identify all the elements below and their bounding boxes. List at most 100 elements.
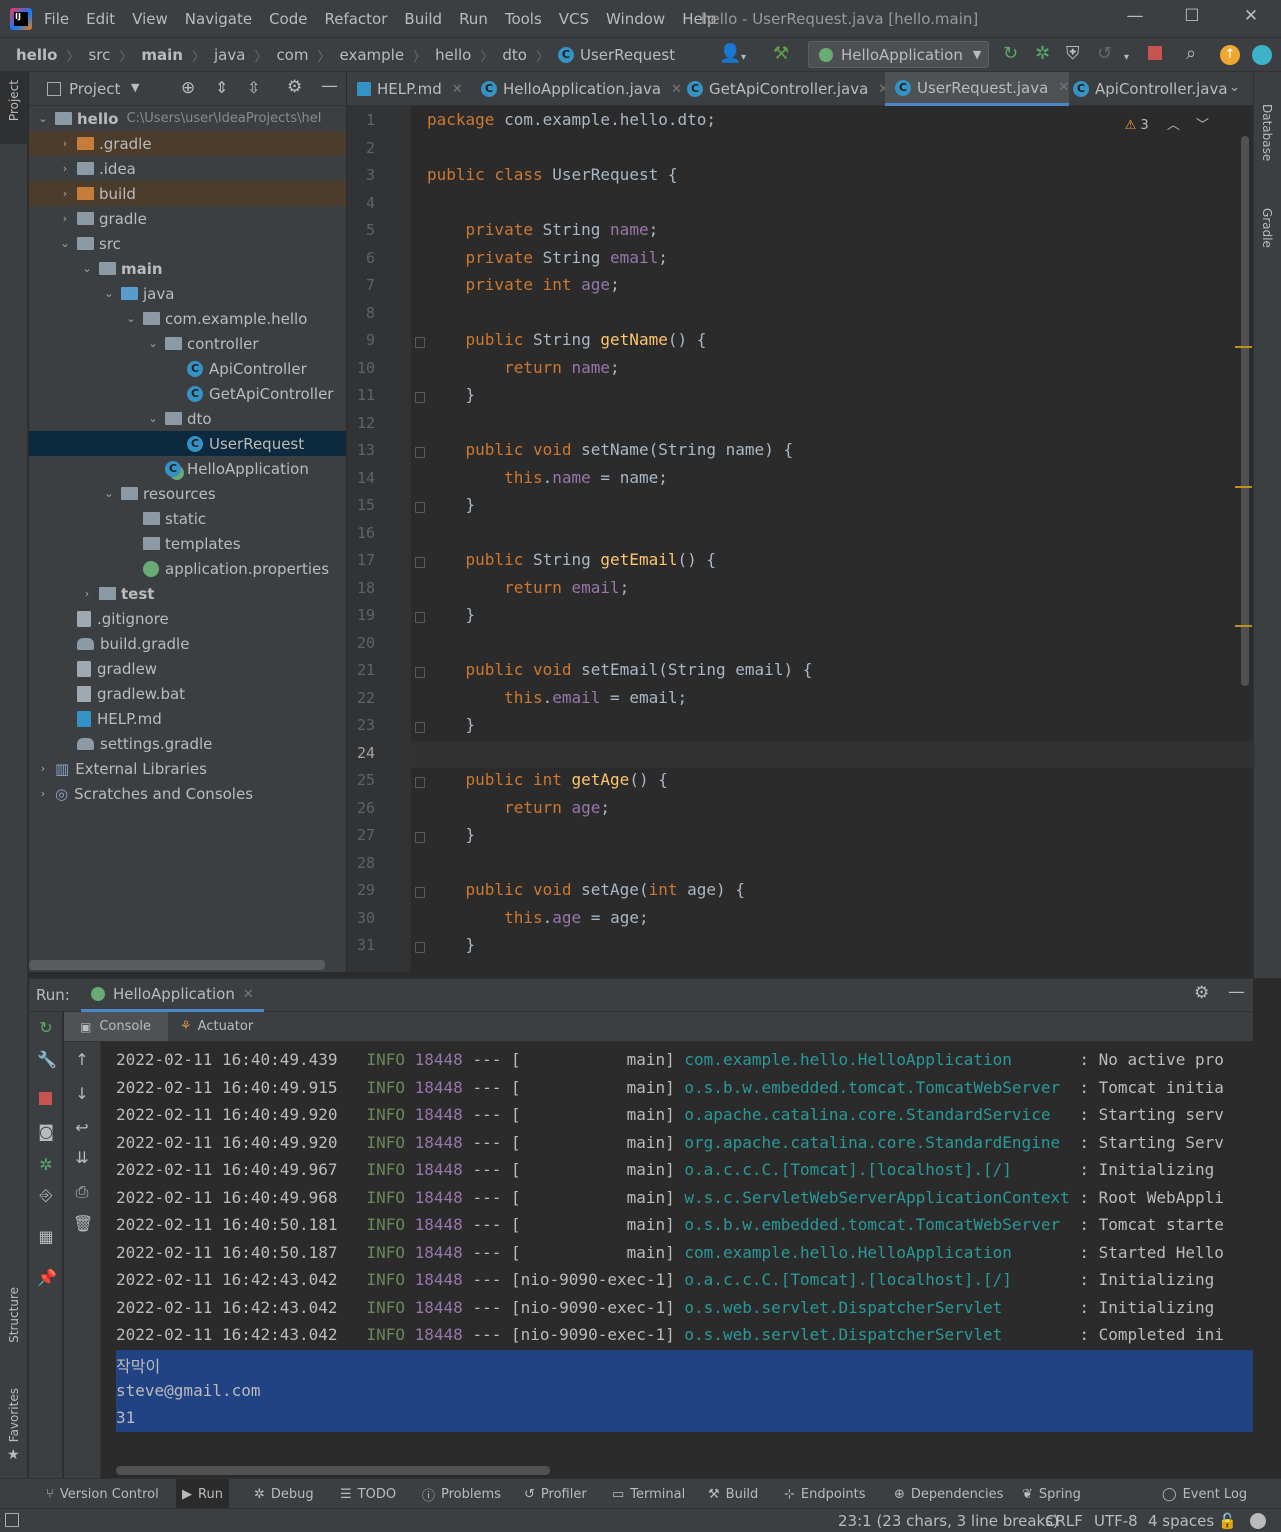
chevron-right-icon[interactable]: ›	[59, 137, 71, 150]
tree-node[interactable]: application.properties	[29, 556, 346, 581]
fold-marker-icon[interactable]	[415, 612, 425, 623]
breadcrumb-item[interactable]: C UserRequest	[557, 46, 675, 64]
search-icon[interactable]: ⌕	[1186, 44, 1196, 64]
line-separator[interactable]: CRLF	[1045, 1512, 1083, 1530]
breadcrumb-item[interactable]: dto	[502, 46, 527, 64]
tool-window-endpoints[interactable]: ⊹ Endpoints	[778, 1479, 872, 1509]
chevron-down-icon[interactable]: ⌄	[125, 312, 137, 325]
project-view-selector[interactable]: Project	[69, 80, 120, 98]
code-line[interactable]: }	[427, 495, 476, 514]
breadcrumb-item[interactable]: main	[141, 46, 183, 64]
run-tab-helloapplication[interactable]: HelloApplication ✕	[81, 979, 264, 1012]
code-line[interactable]: public String getEmail() {	[427, 550, 717, 569]
print-icon[interactable]: ⎙	[73, 1182, 91, 1202]
menu-file[interactable]: File	[44, 10, 69, 28]
tree-node[interactable]: › gradle	[29, 206, 346, 231]
code-line[interactable]: }	[427, 385, 476, 404]
breadcrumb-item[interactable]: com	[276, 46, 308, 64]
fold-marker-icon[interactable]	[415, 722, 425, 733]
menu-window[interactable]: Window	[606, 10, 665, 28]
tool-window-debug[interactable]: ✲ Debug	[248, 1479, 320, 1509]
previous-highlight-icon[interactable]: ︿	[1167, 118, 1180, 133]
exit-icon[interactable]: ⎆	[37, 1185, 55, 1205]
indent-setting[interactable]: 4 spaces	[1148, 1512, 1214, 1530]
editor-tab[interactable]: C HelloApplication.java ✕	[471, 72, 682, 106]
code-line[interactable]: }	[427, 935, 476, 954]
profiler-icon[interactable]: ↺	[1097, 44, 1112, 64]
breadcrumb-item[interactable]: example	[340, 46, 405, 64]
code-line[interactable]: public void setAge(int age) {	[427, 880, 745, 899]
tree-node[interactable]: static	[29, 506, 346, 531]
breadcrumb-item[interactable]: src	[88, 46, 110, 64]
code-line[interactable]: public class UserRequest {	[427, 165, 678, 184]
tree-node[interactable]: C HelloApplication	[29, 456, 346, 481]
editor-tab[interactable]: C UserRequest.java ✕	[885, 72, 1070, 106]
tool-window-terminal[interactable]: ▭ Terminal	[606, 1479, 691, 1509]
warning-marker[interactable]	[1235, 625, 1252, 627]
code-line[interactable]: private int age;	[427, 275, 620, 294]
down-arrow-icon[interactable]: ↓	[73, 1084, 91, 1103]
chevron-right-icon[interactable]: ›	[59, 187, 71, 200]
chevron-right-icon[interactable]: ›	[59, 212, 71, 225]
tree-node[interactable]: ⌄ src	[29, 231, 346, 256]
up-arrow-icon[interactable]: ↑	[73, 1050, 91, 1069]
build-hammer-icon[interactable]: ⚒	[773, 44, 789, 64]
tree-node[interactable]: ⌄ main	[29, 256, 346, 281]
stop-icon[interactable]	[1148, 46, 1162, 60]
tree-node[interactable]: › build	[29, 181, 346, 206]
fold-marker-icon[interactable]	[415, 557, 425, 568]
menu-vcs[interactable]: VCS	[559, 10, 589, 28]
tool-window-event-log[interactable]: ◯ Event Log	[1156, 1479, 1253, 1509]
project-horizontal-scrollbar[interactable]	[29, 960, 325, 970]
chevron-right-icon[interactable]: ›	[81, 587, 93, 600]
chevron-down-icon[interactable]: ⌄	[147, 337, 159, 350]
fold-marker-icon[interactable]	[415, 502, 425, 513]
close-tab-icon[interactable]: ✕	[452, 82, 463, 97]
code-line[interactable]: return name;	[427, 358, 620, 377]
inspector-icon[interactable]	[1250, 1513, 1266, 1529]
layout-icon[interactable]: ▦	[37, 1227, 55, 1246]
editor-vertical-scrollbar[interactable]	[1241, 136, 1249, 686]
tree-node[interactable]: ⌄ com.example.hello	[29, 306, 346, 331]
plugin-icon[interactable]	[1252, 45, 1272, 65]
tool-window-version-control[interactable]: ⑂ Version Control	[40, 1479, 165, 1509]
chevron-right-icon[interactable]: ›	[37, 762, 49, 775]
tree-node[interactable]: gradlew	[29, 656, 346, 681]
project-tool-button[interactable]: Project	[0, 72, 28, 144]
tree-node[interactable]: .gitignore	[29, 606, 346, 631]
locate-file-icon[interactable]: ⊕	[181, 78, 195, 98]
console-output[interactable]: 2022-02-11 16:40:49.439 INFO 18448 --- […	[102, 1042, 1253, 1478]
fold-marker-icon[interactable]	[415, 832, 425, 843]
hide-panel-icon[interactable]: —	[1228, 982, 1245, 1002]
code-line[interactable]: return age;	[427, 798, 610, 817]
rerun-icon[interactable]: ↻	[37, 1018, 55, 1037]
maximize-icon[interactable]: ☐	[1178, 6, 1206, 32]
tree-node[interactable]: › .idea	[29, 156, 346, 181]
tree-node[interactable]: ⌄ controller	[29, 331, 346, 356]
close-icon[interactable]: ✕	[1237, 6, 1265, 32]
code-line[interactable]: public void setName(String name) {	[427, 440, 794, 459]
tree-node[interactable]: build.gradle	[29, 631, 346, 656]
chevron-down-icon[interactable]: ▾	[1124, 48, 1129, 68]
warning-marker[interactable]	[1235, 486, 1252, 488]
tool-window-dependencies[interactable]: ⊕ Dependencies	[888, 1479, 1009, 1509]
chevron-down-icon[interactable]: ⌄	[81, 262, 93, 275]
tree-node[interactable]: settings.gradle	[29, 731, 346, 756]
tree-node[interactable]: › test	[29, 581, 346, 606]
chevron-down-icon[interactable]: ▼	[131, 81, 139, 94]
chevron-down-icon[interactable]: ⌄	[59, 237, 71, 250]
chevron-right-icon[interactable]: ›	[37, 787, 49, 800]
fold-marker-icon[interactable]	[415, 777, 425, 788]
code-line[interactable]: return email;	[427, 578, 629, 597]
tree-node[interactable]: › ◎ Scratches and Consoles	[29, 781, 346, 806]
inspection-widget[interactable]: ⚠ 3 ︿ ﹀	[1125, 114, 1209, 133]
next-highlight-icon[interactable]: ﹀	[1196, 118, 1209, 133]
structure-tool-label[interactable]: Structure	[7, 1287, 21, 1343]
tree-node[interactable]: › .gradle	[29, 131, 346, 156]
tree-node[interactable]: templates	[29, 531, 346, 556]
code-line[interactable]: private String name;	[427, 220, 659, 239]
menu-refactor[interactable]: Refactor	[324, 10, 387, 28]
code-line[interactable]: }	[427, 825, 476, 844]
code-line[interactable]: this.age = age;	[427, 908, 649, 927]
code-line[interactable]: public void setEmail(String email) {	[427, 660, 813, 679]
